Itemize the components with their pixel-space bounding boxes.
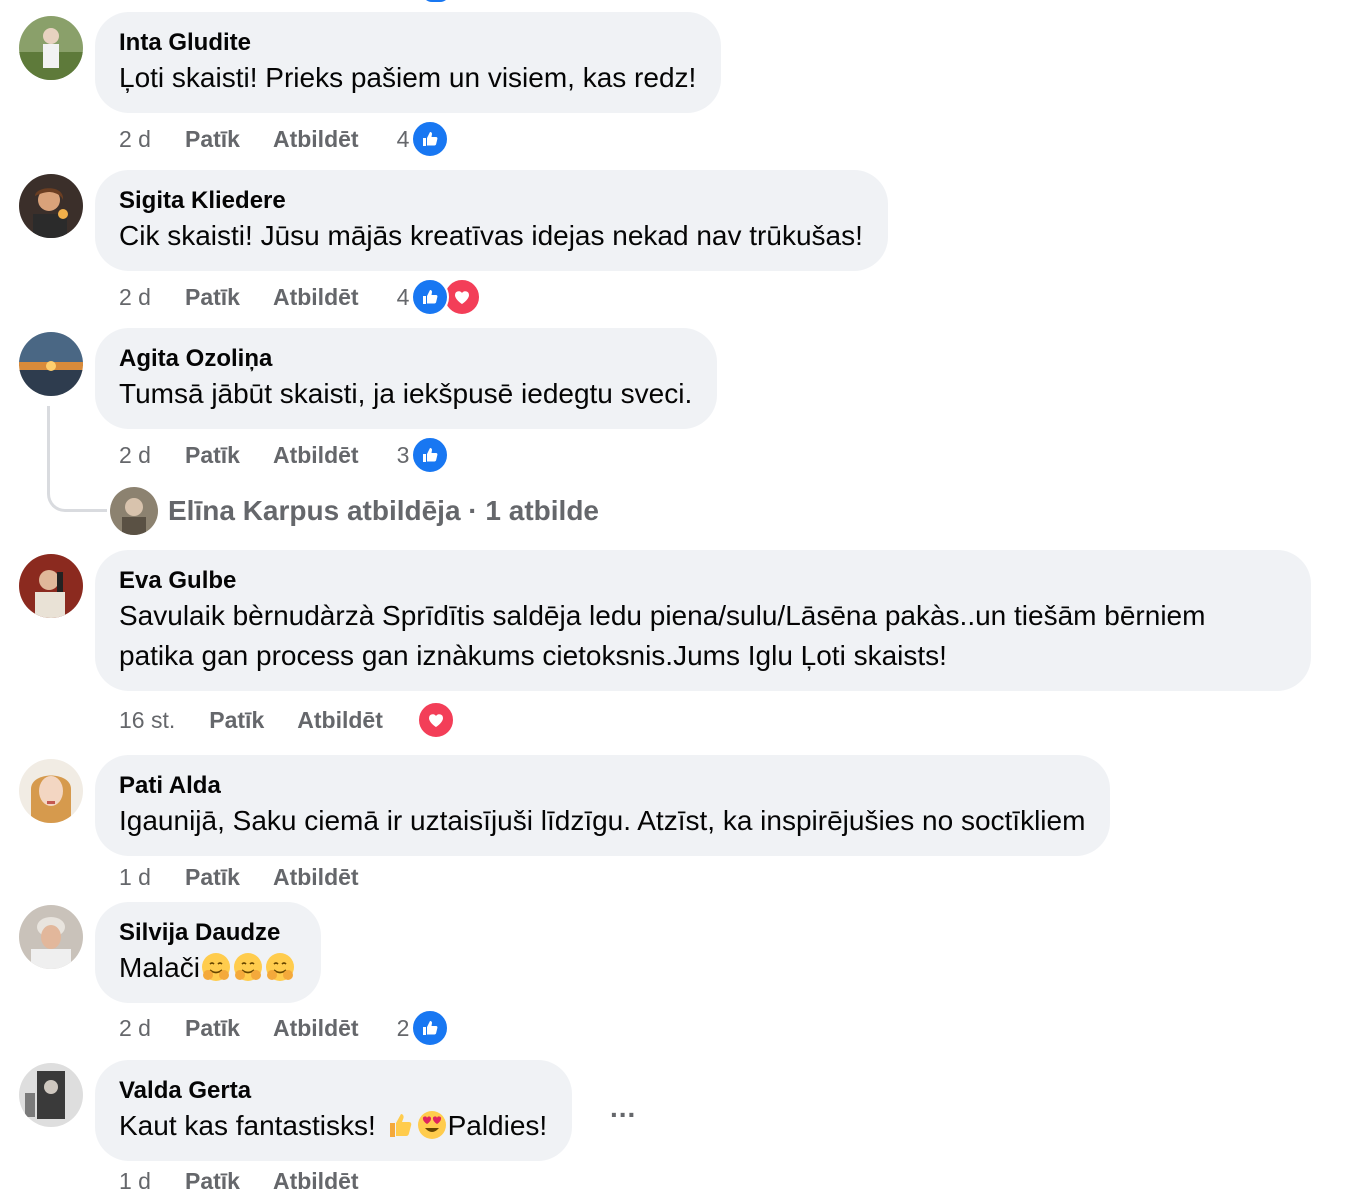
comment-author[interactable]: Inta Gludite [119, 28, 696, 58]
like-button[interactable]: Patīk [185, 442, 240, 469]
reaction-summary[interactable]: 4 [397, 278, 482, 316]
heart-eyes-emoji-icon [416, 1109, 448, 1141]
partial-reaction-icon [422, 0, 450, 2]
reply-button[interactable]: Atbildēt [273, 442, 359, 469]
comment-time[interactable]: 2 d [119, 126, 151, 153]
comment-author[interactable]: Valda Gerta [119, 1076, 547, 1106]
comment-time[interactable]: 2 d [119, 442, 151, 469]
reply-button[interactable]: Atbildēt [297, 707, 383, 734]
like-button[interactable]: Patīk [185, 126, 240, 153]
comment-text-part: Paldies! [447, 1110, 548, 1141]
comment-author[interactable]: Silvija Daudze [119, 918, 296, 948]
reaction-summary[interactable]: 4 [397, 120, 450, 158]
avatar[interactable] [19, 16, 83, 80]
comment-time[interactable]: 1 d [119, 864, 151, 891]
comment-text-content: Malači [119, 952, 200, 983]
reply-button[interactable]: Atbildēt [273, 864, 359, 891]
reaction-summary[interactable] [416, 701, 455, 739]
comment-time[interactable]: 2 d [119, 284, 151, 311]
reaction-summary[interactable]: 2 [397, 1009, 450, 1047]
hugging-face-emoji-icon [200, 951, 232, 983]
avatar[interactable] [19, 1063, 83, 1127]
like-reaction-icon [411, 1009, 450, 1047]
comment-author[interactable]: Sigita Kliedere [119, 186, 863, 216]
love-reaction-icon [416, 701, 455, 739]
comment-time[interactable]: 1 d [119, 1168, 151, 1195]
like-reaction-icon [411, 120, 450, 158]
comment-bubble: Eva Gulbe Savulaik bèrnudàrzà Sprīdītis … [95, 550, 1311, 691]
like-reaction-icon [411, 436, 450, 474]
comment-bubble: Inta Gludite Ļoti skaisti! Prieks pašiem… [95, 12, 722, 113]
reply-button[interactable]: Atbildēt [273, 284, 359, 311]
comment-actions: 1 d Patīk Atbildēt [119, 1161, 397, 1201]
reaction-count: 4 [396, 283, 410, 310]
comment-text: Cik skaisti! Jūsu mājās kreatīvas idejas… [119, 220, 863, 251]
comment-text: Malači [119, 948, 296, 988]
reply-button[interactable]: Atbildēt [273, 126, 359, 153]
comment-bubble: Agita Ozoliņa Tumsā jābūt skaisti, ja ie… [95, 328, 718, 429]
comment-actions: 2 d Patīk Atbildēt 3 [119, 435, 450, 475]
reaction-summary[interactable]: 3 [397, 436, 450, 474]
avatar[interactable] [19, 332, 83, 396]
reaction-count: 4 [396, 125, 410, 152]
avatar [110, 487, 158, 535]
view-replies-link[interactable]: Elīna Karpus atbildēja · 1 atbilde [110, 487, 599, 535]
comment-author[interactable]: Agita Ozoliņa [119, 344, 692, 374]
comment-text: Savulaik bèrnudàrzà Sprīdītis saldēja le… [119, 600, 1214, 671]
like-reaction-icon [411, 278, 450, 316]
comment-text: Ļoti skaisti! Prieks pašiem un visiem, k… [119, 62, 697, 93]
avatar[interactable] [19, 759, 83, 823]
view-replies-text[interactable]: Elīna Karpus atbildēja · 1 atbilde [168, 495, 599, 527]
reaction-count: 3 [396, 441, 410, 468]
comment-bubble: Sigita Kliedere Cik skaisti! Jūsu mājās … [95, 170, 888, 271]
like-button[interactable]: Patīk [185, 1168, 240, 1195]
like-button[interactable]: Patīk [185, 864, 240, 891]
reply-button[interactable]: Atbildēt [273, 1168, 359, 1195]
comment-author[interactable]: Pati Alda [119, 771, 1085, 801]
like-button[interactable]: Patīk [185, 284, 240, 311]
comment-bubble: Pati Alda Igaunijā, Saku ciemā ir uztais… [95, 755, 1111, 856]
reaction-count: 2 [396, 1014, 410, 1041]
comment-bubble: Valda Gerta Kaut kas fantastisks! Paldie… [95, 1060, 573, 1161]
comment-text: Kaut kas fantastisks! Paldies! [119, 1106, 547, 1146]
love-reaction-icon [443, 278, 482, 316]
comment-actions: 2 d Patīk Atbildēt 4 [119, 277, 482, 317]
hugging-face-emoji-icon [264, 951, 296, 983]
avatar[interactable] [19, 174, 83, 238]
reply-button[interactable]: Atbildēt [273, 1015, 359, 1042]
comment-author[interactable]: Eva Gulbe [119, 566, 1286, 596]
comment-text: Tumsā jābūt skaisti, ja iekšpusē iedegtu… [119, 378, 693, 409]
comment-bubble: Silvija Daudze Malači [95, 902, 321, 1003]
thumbs-up-emoji-icon [384, 1109, 416, 1141]
comment-actions: 16 st. Patīk Atbildēt [119, 700, 455, 740]
avatar[interactable] [19, 554, 83, 618]
comment-actions: 2 d Patīk Atbildēt 4 [119, 119, 450, 159]
comment-text-part: Kaut kas fantastisks! [119, 1110, 384, 1141]
comment-time[interactable]: 2 d [119, 1015, 151, 1042]
comment-time[interactable]: 16 st. [119, 707, 175, 734]
like-button[interactable]: Patīk [185, 1015, 240, 1042]
comment-actions: 2 d Patīk Atbildēt 2 [119, 1008, 450, 1048]
more-options-button[interactable]: ... [610, 1092, 636, 1124]
comment-actions: 1 d Patīk Atbildēt [119, 857, 397, 897]
comment-text: Igaunijā, Saku ciemā ir uztaisījuši līdz… [119, 805, 1086, 836]
like-button[interactable]: Patīk [209, 707, 264, 734]
hugging-face-emoji-icon [232, 951, 264, 983]
avatar[interactable] [19, 905, 83, 969]
thread-connector [47, 406, 107, 512]
